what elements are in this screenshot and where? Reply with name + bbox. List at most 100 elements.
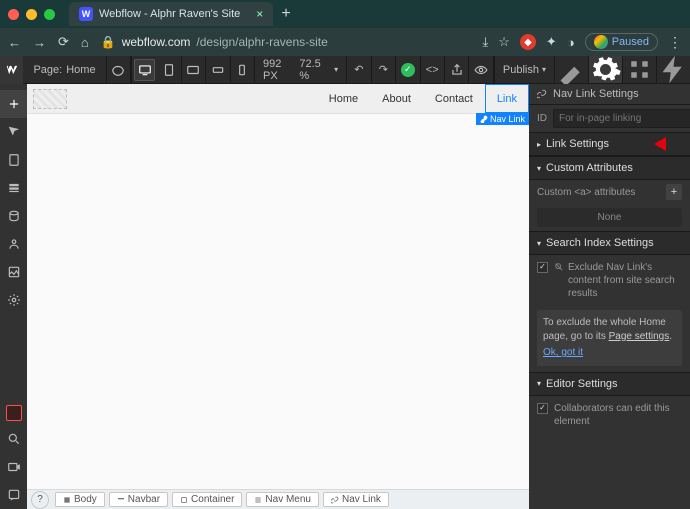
breakpoint-desktop[interactable]: [134, 59, 155, 81]
collaborators-checkbox[interactable]: ✓: [537, 403, 548, 414]
custom-attributes-label: Custom Attributes: [546, 162, 633, 174]
chevron-down-icon: ▾: [542, 65, 546, 74]
redo-button[interactable]: ↷: [372, 56, 396, 84]
webflow-favicon: W: [79, 7, 93, 21]
id-label: ID: [537, 113, 547, 124]
browser-tab[interactable]: W Webflow - Alphr Raven's Site ×: [69, 2, 273, 26]
custom-attributes-header[interactable]: ▾ Custom Attributes: [529, 156, 690, 180]
brand-placeholder[interactable]: [33, 89, 67, 109]
avatar-icon: [594, 35, 608, 49]
nav-forward-button[interactable]: →: [33, 35, 46, 50]
breakpoint-tablet-landscape[interactable]: [182, 56, 206, 84]
minimize-window-button[interactable]: [26, 9, 37, 20]
id-input[interactable]: [553, 109, 690, 128]
maximize-window-button[interactable]: [44, 9, 55, 20]
close-window-button[interactable]: [8, 9, 19, 20]
assets-button[interactable]: [0, 258, 27, 286]
crumb-body[interactable]: Body: [55, 492, 105, 507]
video-tutorials-button[interactable]: [0, 453, 27, 481]
search-index-header[interactable]: ▾ Search Index Settings: [529, 231, 690, 255]
breakpoint-tablet[interactable]: [157, 56, 181, 84]
breakpoint-mobile[interactable]: [231, 56, 255, 84]
breakpoint-mobile-landscape[interactable]: [206, 56, 230, 84]
bookmark-icon[interactable]: ☆: [498, 34, 510, 50]
collapse-icon: ▾: [537, 379, 541, 388]
cms-button[interactable]: [0, 174, 27, 202]
settings-button[interactable]: [0, 286, 27, 314]
users-button[interactable]: [0, 230, 27, 258]
help-icon[interactable]: ?: [31, 491, 49, 509]
extension-icon-2[interactable]: ◑: [567, 35, 575, 50]
page-label: Page:: [33, 64, 62, 76]
profile-paused-badge[interactable]: Paused: [585, 33, 658, 51]
crumb-nav-menu[interactable]: Nav Menu: [246, 492, 319, 507]
canvas-zoom[interactable]: 992 PX 72.5 % ▾: [255, 56, 347, 83]
window-titlebar: W Webflow - Alphr Raven's Site × +: [0, 0, 690, 28]
interactions-tab[interactable]: [656, 56, 690, 83]
preview-toggle[interactable]: [107, 56, 131, 84]
nav-link-link[interactable]: Link: [485, 84, 529, 113]
editor-settings-label: Editor Settings: [546, 378, 618, 390]
crumb-navbar[interactable]: Navbar: [109, 492, 168, 507]
share-button[interactable]: [445, 56, 469, 84]
navigator-button[interactable]: [0, 118, 27, 146]
url-display[interactable]: 🔒 webflow.com/design/alphr-ravens-site: [101, 35, 328, 49]
ecommerce-button[interactable]: [0, 202, 27, 230]
status-check[interactable]: ✓: [396, 56, 420, 84]
traffic-lights: [8, 9, 55, 20]
ok-got-it-link[interactable]: Ok, got it: [543, 346, 676, 360]
page-settings-link[interactable]: Page settings: [609, 331, 670, 342]
page-selector[interactable]: Page: Home: [23, 56, 106, 83]
reload-button[interactable]: ⟳: [58, 34, 69, 50]
add-attribute-button[interactable]: +: [666, 184, 682, 200]
browser-menu-button[interactable]: ⋮: [668, 34, 682, 51]
new-tab-button[interactable]: +: [281, 5, 290, 23]
exclude-search-row[interactable]: ✓ Exclude Nav Link's content from site s…: [529, 255, 690, 306]
help-button[interactable]: [0, 481, 27, 509]
nav-back-button[interactable]: ←: [8, 35, 21, 50]
selection-label[interactable]: Nav Link: [476, 113, 529, 125]
link-settings-header[interactable]: ▸ Link Settings: [529, 132, 690, 156]
style-manager-tab[interactable]: [622, 56, 656, 83]
settings-panel-tab[interactable]: [588, 56, 622, 83]
publish-button[interactable]: Publish ▾: [494, 56, 554, 83]
navbar-element[interactable]: Home About Contact Link: [27, 84, 529, 114]
home-button[interactable]: ⌂: [81, 35, 89, 50]
add-element-button[interactable]: [0, 90, 27, 118]
install-app-icon[interactable]: ⤓: [483, 34, 489, 50]
annotation-arrow: [654, 135, 684, 153]
style-panel-tab[interactable]: [554, 56, 588, 83]
nav-link-contact[interactable]: Contact: [423, 84, 485, 113]
close-tab-button[interactable]: ×: [256, 7, 263, 21]
nav-menu[interactable]: Home About Contact Link: [317, 84, 529, 113]
pages-button[interactable]: [0, 146, 27, 174]
link-icon: [537, 89, 547, 99]
exclude-checkbox[interactable]: ✓: [537, 262, 548, 273]
crumb-nav-link[interactable]: Nav Link: [323, 492, 389, 507]
audit-button[interactable]: [6, 405, 22, 421]
crumb-container[interactable]: Container: [172, 492, 242, 507]
nav-link-home[interactable]: Home: [317, 84, 370, 113]
publish-label: Publish: [503, 64, 539, 76]
url-host: webflow.com: [122, 35, 191, 49]
design-canvas[interactable]: Home About Contact Link Nav Link: [27, 84, 529, 489]
panel-title: Nav Link Settings: [553, 88, 639, 100]
undo-button[interactable]: ↶: [347, 56, 371, 84]
extensions-icon[interactable]: ✦: [546, 34, 557, 50]
settings-panel: Nav Link Settings ID ▸ Link Settings ▾ C…: [529, 84, 690, 509]
webflow-logo[interactable]: [0, 56, 23, 84]
preview-eye-button[interactable]: [469, 56, 493, 84]
editor-settings-header[interactable]: ▾ Editor Settings: [529, 372, 690, 396]
extension-icon-1[interactable]: ◆: [520, 34, 536, 50]
address-bar: ← → ⟳ ⌂ 🔒 webflow.com/design/alphr-raven…: [0, 28, 690, 56]
collaborators-row[interactable]: ✓ Collaborators can edit this element: [529, 396, 690, 434]
app-toolbar: Page: Home 992 PX 72.5 % ▾ ↶ ↷ ✓ <> Publ…: [0, 56, 690, 84]
link-icon: [480, 115, 488, 123]
canvas-width: 992 PX: [263, 58, 293, 82]
chevron-down-icon: ▾: [334, 65, 338, 74]
collaborators-label: Collaborators can edit this element: [554, 402, 682, 428]
search-button[interactable]: [0, 425, 27, 453]
code-export-button[interactable]: <>: [421, 56, 445, 84]
nav-link-about[interactable]: About: [370, 84, 423, 113]
selection-label-text: Nav Link: [490, 114, 525, 124]
